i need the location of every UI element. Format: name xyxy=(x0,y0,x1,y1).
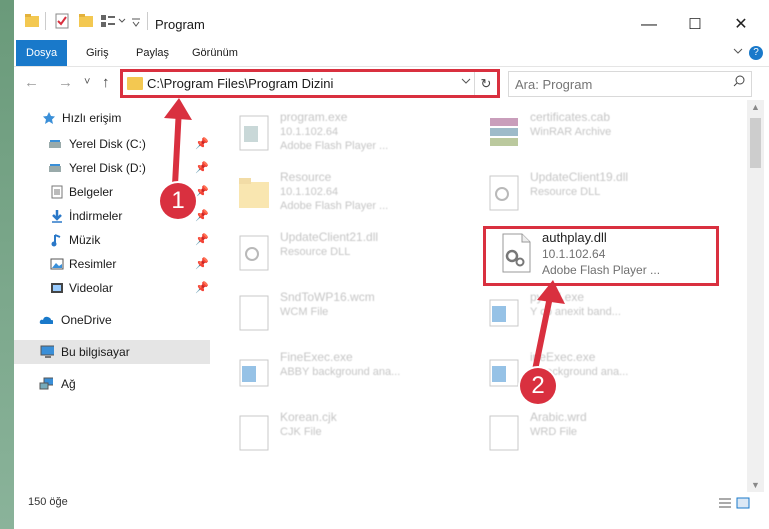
explorer-window: Program — ☐ ✕ Dosya Giriş Paylaş Görünüm… xyxy=(14,0,769,529)
step-badge-2: 2 xyxy=(520,368,556,404)
annotation-arrows xyxy=(164,98,565,378)
step-badge-1: 1 xyxy=(160,183,196,219)
